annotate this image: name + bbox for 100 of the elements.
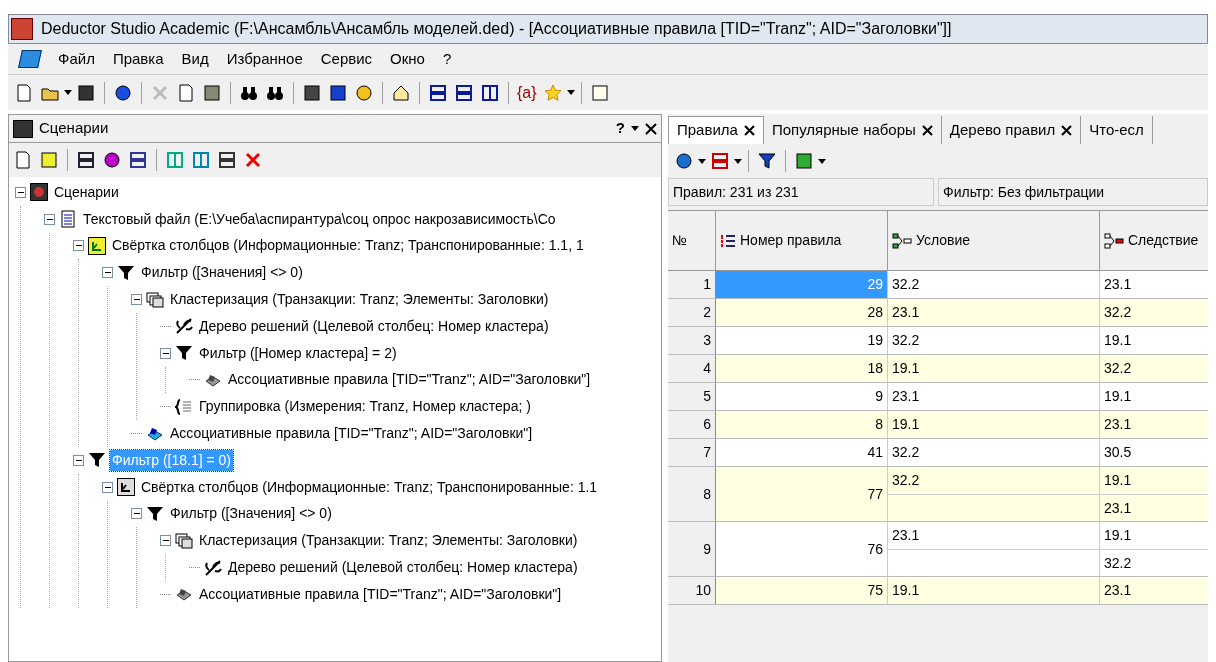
rule-number-cell: 9 <box>716 383 888 410</box>
table-cell-text: 19.1 <box>1104 331 1132 350</box>
filter-icon <box>175 344 193 363</box>
tree-item[interactable]: Фильтр ([Значения] <> 0) <box>139 262 305 284</box>
tree-item[interactable]: Ассоциативные правила [TID="Tranz"; AID="Заголовки"] <box>197 583 564 605</box>
caret-icon[interactable] <box>566 90 575 95</box>
app-logo-icon <box>18 50 42 68</box>
table-cell-text: 19.1 <box>892 359 920 378</box>
tree-item[interactable]: Фильтр ([Значения] <> 0) <box>168 503 334 525</box>
tree-item[interactable]: Дерево решений (Целевой столбец: Номер кластера) <box>226 557 580 579</box>
filter-icon <box>88 451 106 470</box>
table-cell-text: 32.2 <box>892 443 920 462</box>
table-cell-text: 23.1 <box>892 303 920 322</box>
tree-item[interactable]: Ассоциативные правила [TID="Tranz"; AID="Заголовки"] <box>226 369 593 391</box>
rule-number-cell: 8 <box>716 411 888 438</box>
tree-item[interactable]: Дерево решений (Целевой столбец: Номер кластера) <box>197 315 551 337</box>
table-cell-text: 19.1 <box>1104 526 1132 545</box>
rule-count: Правил: 231 из 231 <box>668 178 934 206</box>
menu-item[interactable]: Избранное <box>226 47 303 71</box>
rule-number-cell: 29 <box>716 271 888 298</box>
filter-status: Фильтр: Без фильтрации <box>938 178 1208 206</box>
app-icon <box>11 18 33 40</box>
caret-icon[interactable] <box>698 158 706 164</box>
variable-button[interactable]: {a} <box>515 80 539 105</box>
table-cell-text: 32.2 <box>892 471 920 490</box>
help-button[interactable]: ? <box>615 117 625 140</box>
table-cell-text: 23.1 <box>892 526 920 545</box>
rule-number-cell: 18 <box>716 355 888 382</box>
table-cell-text: 30.5 <box>1104 443 1132 462</box>
table-cell-text: 32.2 <box>892 331 920 350</box>
close-icon[interactable] <box>1061 124 1073 136</box>
collapse-toggle[interactable] <box>73 454 84 466</box>
stacked-windows-icon <box>146 290 164 309</box>
close-icon[interactable] <box>921 124 933 136</box>
menu-item[interactable]: Вид <box>181 47 209 71</box>
table-cell-text: 23.1 <box>1104 581 1132 600</box>
table-cell-text: 23.1 <box>1104 415 1132 434</box>
collapse-toggle[interactable] <box>44 213 55 225</box>
link-icon <box>892 232 912 249</box>
window-title: Deductor Studio Academic (F:\Ансамбль\Ансамбль моделей.ded) - [Ассоциативные правила [TID="Tranz"; AID="Заголовки"]] <box>41 19 952 39</box>
menu-item[interactable]: Правка <box>112 47 164 71</box>
tree-item[interactable]: Кластеризация (Транзакции: Tranz; Элементы: Заголовки) <box>197 530 580 552</box>
rule-number-cell: 19 <box>716 327 888 354</box>
tree-item[interactable]: Свёртка столбцов (Информационные: Tranz; Транспонированные: 1.1, 1 <box>110 235 586 257</box>
table-cell-text: 32.2 <box>892 275 920 294</box>
rule-number-cell: 28 <box>716 299 888 326</box>
table-cell-text: 32.2 <box>1104 303 1132 322</box>
collapse-toggle[interactable] <box>102 267 113 279</box>
collapse-toggle[interactable] <box>160 347 171 359</box>
collapse-toggle[interactable] <box>102 481 113 493</box>
fold-icon <box>88 237 106 255</box>
tree-item[interactable]: Группировка (Измерения: Tranz, Номер кластера; ) <box>197 396 533 418</box>
table-cell-text: 23.1 <box>1104 275 1132 294</box>
leaf-icon <box>204 558 222 577</box>
caret-icon[interactable] <box>631 126 639 131</box>
column-header[interactable]: № <box>668 211 716 270</box>
rule-number-cell: 41 <box>716 439 888 466</box>
column-header[interactable]: Условие <box>888 211 1100 270</box>
stacked-windows-icon <box>175 531 193 550</box>
collapse-toggle[interactable] <box>15 186 26 198</box>
tree-item[interactable]: Свёртка столбцов (Информационные: Tranz; Транспонированные: 1.1 <box>139 476 600 498</box>
table-cell-text: 19.1 <box>892 415 920 434</box>
table-cell-text: 19.1 <box>892 581 920 600</box>
caret-icon[interactable] <box>734 158 742 164</box>
menu-item[interactable]: Файл <box>58 47 95 71</box>
column-header[interactable]: Номер правила <box>716 211 888 270</box>
collapse-toggle[interactable] <box>131 508 142 520</box>
tree-item[interactable]: Ассоциативные правила [TID="Tranz"; AID="Заголовки"] <box>168 423 535 445</box>
table-cell-text: 19.1 <box>1104 471 1132 490</box>
collapse-toggle[interactable] <box>160 535 171 547</box>
tree-item[interactable]: Кластеризация (Транзакции: Tranz; Элементы: Заголовки) <box>168 289 551 311</box>
brace-list-icon <box>175 397 193 416</box>
collapse-toggle[interactable] <box>73 240 84 252</box>
column-header[interactable]: Следствие <box>1100 211 1208 270</box>
numbered-list-icon <box>720 232 736 249</box>
link-icon <box>1104 232 1124 249</box>
tree-item[interactable]: Сценарии <box>52 181 121 203</box>
fold-icon <box>117 478 135 497</box>
caret-icon[interactable] <box>64 90 72 95</box>
panel-title: Сценарии <box>39 118 110 139</box>
tab[interactable]: Правила <box>668 116 764 144</box>
collapse-toggle[interactable] <box>131 294 142 306</box>
filter-icon <box>146 504 164 523</box>
filter-icon <box>117 263 135 282</box>
menu-item[interactable]: ? <box>442 47 452 71</box>
menu-item[interactable]: Окно <box>390 47 425 71</box>
table-cell-text: 32.2 <box>1104 359 1132 378</box>
caret-icon[interactable] <box>818 158 826 164</box>
table-cell-text: 32.2 <box>1104 553 1132 573</box>
close-icon[interactable] <box>743 125 755 136</box>
document-icon <box>59 210 77 229</box>
rule-number-cell: 75 <box>716 577 888 604</box>
tree-item[interactable]: Текстовый файл (E:\Учеба\аспирантура\соц опрос накрозависимость\Со <box>81 208 558 230</box>
rule-number-cell: 76 <box>716 522 888 576</box>
close-icon[interactable] <box>645 122 657 135</box>
table-cell-text: 23.1 <box>892 387 920 406</box>
tree-item[interactable]: Фильтр ([Номер кластера] = 2) <box>197 342 399 364</box>
menu-item[interactable]: Сервис <box>320 47 373 71</box>
rule-number-cell: 77 <box>716 467 888 521</box>
table-cell-text: 23.1 <box>1104 498 1132 518</box>
